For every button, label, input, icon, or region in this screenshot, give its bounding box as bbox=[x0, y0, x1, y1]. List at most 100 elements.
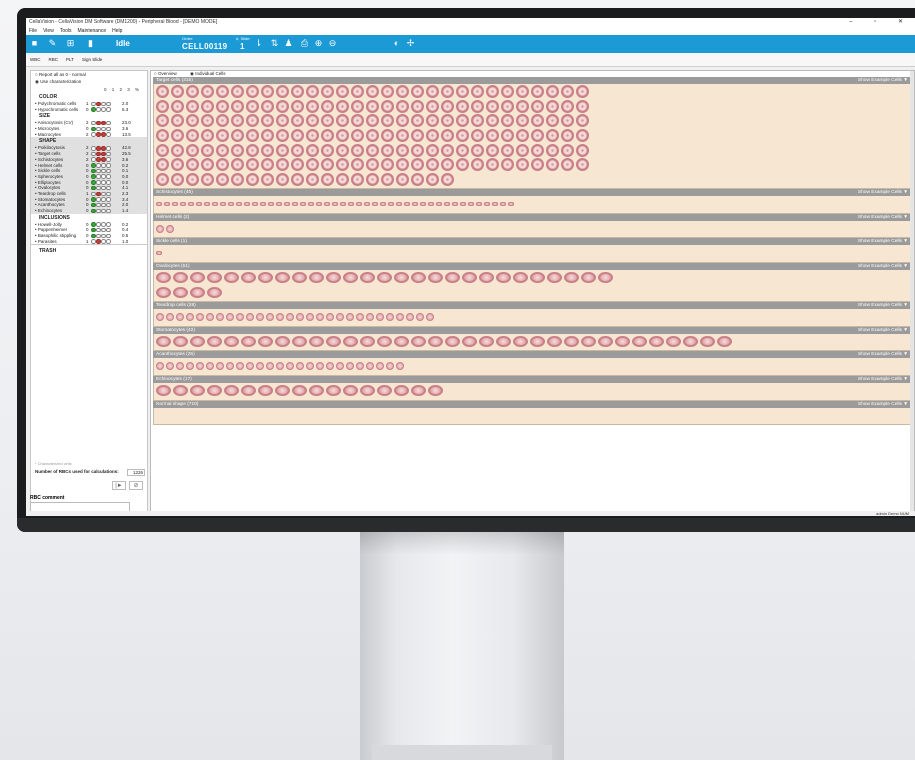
cell-image[interactable] bbox=[291, 129, 304, 143]
gallery-scrollbar[interactable] bbox=[910, 71, 914, 513]
cell-image[interactable] bbox=[336, 312, 344, 321]
cell-image[interactable] bbox=[268, 201, 274, 206]
cell-image[interactable] bbox=[486, 129, 499, 143]
cell-image[interactable] bbox=[546, 158, 559, 172]
cell-image[interactable] bbox=[381, 114, 394, 128]
cell-image[interactable] bbox=[492, 201, 498, 206]
cell-image[interactable] bbox=[717, 335, 732, 347]
grade-selector[interactable] bbox=[91, 208, 111, 215]
cell-image[interactable] bbox=[561, 129, 574, 143]
cell-image[interactable] bbox=[426, 129, 439, 143]
cell-image[interactable] bbox=[276, 172, 289, 186]
menu-item-help[interactable]: Help bbox=[112, 28, 122, 34]
cell-image[interactable] bbox=[246, 114, 259, 128]
cell-image[interactable] bbox=[306, 362, 314, 371]
cell-image[interactable] bbox=[346, 312, 354, 321]
grade-dot[interactable] bbox=[101, 233, 106, 239]
cell-image[interactable] bbox=[576, 143, 589, 157]
cell-image[interactable] bbox=[173, 385, 188, 397]
grade-dot[interactable] bbox=[96, 233, 101, 239]
cell-image[interactable] bbox=[308, 201, 314, 206]
cell-image[interactable] bbox=[256, 312, 264, 321]
grade-dot[interactable] bbox=[96, 132, 101, 137]
cell-image[interactable] bbox=[246, 172, 259, 186]
category-header[interactable]: Schistocytes (45) Show Example Cells ▼ bbox=[153, 189, 912, 197]
cell-image[interactable] bbox=[396, 143, 409, 157]
cell-image[interactable] bbox=[486, 85, 499, 99]
cell-image[interactable] bbox=[291, 85, 304, 99]
cell-image[interactable] bbox=[501, 143, 514, 157]
grade-dot[interactable] bbox=[101, 146, 106, 151]
cell-image[interactable] bbox=[156, 114, 169, 128]
cell-image[interactable] bbox=[156, 335, 171, 347]
cell-image[interactable] bbox=[186, 172, 199, 186]
cell-image[interactable] bbox=[246, 362, 254, 371]
grade-dot[interactable] bbox=[106, 191, 111, 197]
cell-image[interactable] bbox=[216, 158, 229, 172]
grade-dot[interactable] bbox=[101, 163, 106, 168]
cell-image[interactable] bbox=[343, 335, 358, 347]
cell-image[interactable] bbox=[428, 385, 443, 397]
cell-image[interactable] bbox=[576, 114, 589, 128]
cell-image[interactable] bbox=[340, 201, 346, 206]
grade-dot[interactable] bbox=[101, 227, 106, 233]
cell-image[interactable] bbox=[576, 158, 589, 172]
cell-image[interactable] bbox=[171, 114, 184, 128]
cell-image[interactable] bbox=[171, 172, 184, 186]
cell-image[interactable] bbox=[186, 312, 194, 321]
cell-image[interactable] bbox=[360, 385, 375, 397]
cell-image[interactable] bbox=[231, 85, 244, 99]
cell-image[interactable] bbox=[649, 335, 664, 347]
category-header[interactable]: Echinocytes (17) Show Example Cells ▼ bbox=[153, 375, 912, 383]
cell-image[interactable] bbox=[306, 172, 319, 186]
cell-image[interactable] bbox=[336, 99, 349, 113]
cell-image[interactable] bbox=[276, 143, 289, 157]
cell-image[interactable] bbox=[508, 201, 514, 206]
grade-dot[interactable] bbox=[106, 101, 111, 107]
cell-image[interactable] bbox=[216, 129, 229, 143]
cell-image[interactable] bbox=[296, 312, 304, 321]
cell-image[interactable] bbox=[471, 129, 484, 143]
cell-image[interactable] bbox=[196, 201, 202, 206]
cell-image[interactable] bbox=[276, 129, 289, 143]
cell-image[interactable] bbox=[201, 114, 214, 128]
cell-image[interactable] bbox=[276, 99, 289, 113]
cell-image[interactable] bbox=[336, 129, 349, 143]
cell-image[interactable] bbox=[241, 335, 256, 347]
save-icon[interactable]: ■ bbox=[30, 39, 39, 48]
cell-image[interactable] bbox=[156, 251, 162, 256]
cell-image[interactable] bbox=[321, 99, 334, 113]
grade-dot[interactable] bbox=[91, 180, 96, 185]
cell-image[interactable] bbox=[216, 99, 229, 113]
cell-image[interactable] bbox=[456, 85, 469, 99]
cell-image[interactable] bbox=[496, 335, 511, 347]
cell-image[interactable] bbox=[486, 158, 499, 172]
cell-image[interactable] bbox=[291, 143, 304, 157]
cell-image[interactable] bbox=[186, 99, 199, 113]
category-header[interactable]: Stomatocytes (42) Show Example Cells ▼ bbox=[153, 326, 912, 334]
grade-dot[interactable] bbox=[91, 202, 96, 208]
cell-image[interactable] bbox=[456, 129, 469, 143]
cell-image[interactable] bbox=[258, 272, 273, 284]
cell-image[interactable] bbox=[351, 172, 364, 186]
grade-dot[interactable] bbox=[96, 101, 101, 107]
cell-image[interactable] bbox=[201, 99, 214, 113]
cell-image[interactable] bbox=[166, 312, 174, 321]
cell-image[interactable] bbox=[246, 143, 259, 157]
cell-image[interactable] bbox=[471, 85, 484, 99]
cell-image[interactable] bbox=[412, 201, 418, 206]
cell-image[interactable] bbox=[276, 312, 284, 321]
cell-image[interactable] bbox=[246, 158, 259, 172]
cell-image[interactable] bbox=[377, 335, 392, 347]
cell-image[interactable] bbox=[386, 362, 394, 371]
cell-image[interactable] bbox=[286, 362, 294, 371]
cell-image[interactable] bbox=[501, 114, 514, 128]
cell-image[interactable] bbox=[513, 272, 528, 284]
cell-image[interactable] bbox=[156, 362, 164, 371]
cell-image[interactable] bbox=[292, 272, 307, 284]
menu-item-file[interactable]: File bbox=[29, 28, 37, 34]
cell-image[interactable] bbox=[441, 172, 454, 186]
category-header[interactable]: Sickle cells (1) Show Example Cells ▼ bbox=[153, 238, 912, 246]
grade-dot[interactable] bbox=[91, 107, 96, 112]
grade-dot[interactable] bbox=[101, 101, 106, 107]
